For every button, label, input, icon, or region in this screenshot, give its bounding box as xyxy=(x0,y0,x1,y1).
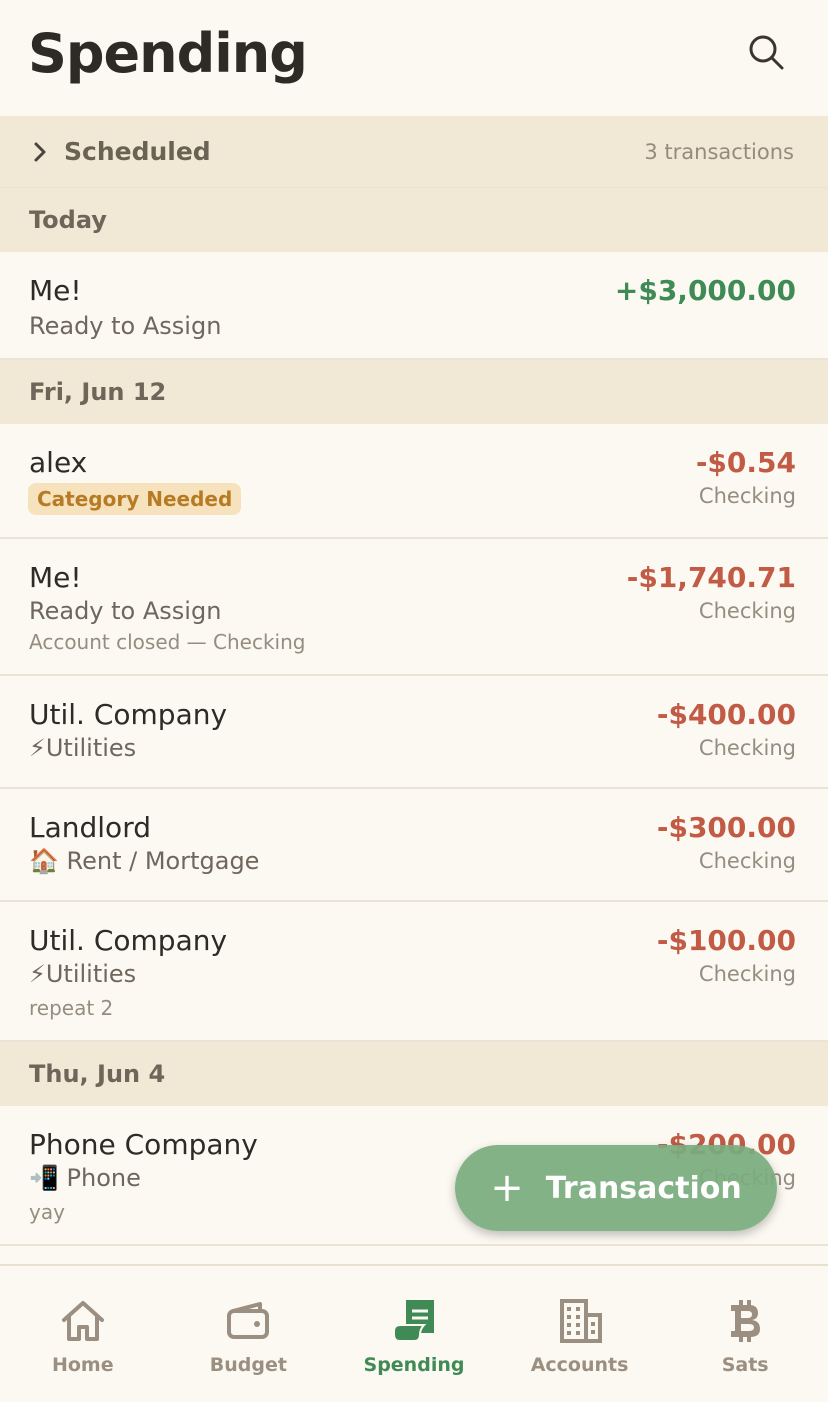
account-name: Checking xyxy=(698,962,796,986)
account-name: Checking xyxy=(698,599,796,623)
chevron-right-icon xyxy=(30,140,54,164)
account-name: Checking xyxy=(698,484,796,508)
amount: -$300.00 xyxy=(656,811,796,844)
plus-icon: + xyxy=(490,1165,524,1211)
category-name: ⚡Utilities xyxy=(29,960,137,988)
tab-accounts[interactable]: Accounts xyxy=(497,1266,663,1402)
payee-name: Util. Company xyxy=(29,698,228,731)
category-name: 🏠 Rent / Mortgage xyxy=(29,847,260,875)
category-name: Ready to Assign xyxy=(29,597,222,625)
wallet-icon xyxy=(223,1296,273,1346)
receipt-icon xyxy=(389,1296,439,1346)
bitcoin-icon xyxy=(720,1296,770,1346)
payee-name: Landlord xyxy=(29,811,151,844)
transaction-row[interactable]: Me! Ready to Assign +$3,000.00 xyxy=(0,252,828,360)
category-name: ⚡Utilities xyxy=(29,734,137,762)
date-header: Fri, Jun 12 xyxy=(0,360,828,424)
scheduled-label: Scheduled xyxy=(64,137,211,166)
memo: yay xyxy=(29,1200,65,1224)
tab-home[interactable]: Home xyxy=(0,1266,166,1402)
payee-name: Me! xyxy=(29,274,82,307)
scheduled-count: 3 transactions xyxy=(644,139,794,164)
tab-spending[interactable]: Spending xyxy=(331,1266,497,1402)
tab-label: Budget xyxy=(209,1354,287,1376)
tab-label: Spending xyxy=(363,1354,465,1376)
payee-name: alex xyxy=(29,446,88,479)
tab-label: Sats xyxy=(721,1354,769,1376)
transaction-row[interactable]: Util. Company ⚡Utilities repeat 2 -$100.… xyxy=(0,902,828,1042)
tab-label: Home xyxy=(51,1354,114,1376)
account-name: Checking xyxy=(698,736,796,760)
home-icon xyxy=(58,1296,108,1346)
payee-name: Phone Company xyxy=(29,1128,258,1161)
transaction-row[interactable]: Util. Company ⚡Utilities -$400.00 Checki… xyxy=(0,676,828,789)
tab-sats[interactable]: Sats xyxy=(662,1266,828,1402)
date-header: Today xyxy=(0,188,828,252)
payee-name: Me! xyxy=(29,561,82,594)
tab-bar: Home Budget Spending Accounts Sats xyxy=(0,1264,828,1402)
category-name: 📲 Phone xyxy=(29,1164,141,1192)
add-transaction-button[interactable]: + Transaction xyxy=(455,1145,777,1231)
scheduled-toggle[interactable]: Scheduled 3 transactions xyxy=(0,116,828,188)
transaction-row[interactable]: Landlord 🏠 Rent / Mortgage -$300.00 Chec… xyxy=(0,789,828,902)
memo: Account closed — Checking xyxy=(29,630,306,654)
search-button[interactable] xyxy=(744,30,788,74)
tab-budget[interactable]: Budget xyxy=(166,1266,332,1402)
amount: -$400.00 xyxy=(656,698,796,731)
category-needed-badge[interactable]: Category Needed xyxy=(28,483,242,515)
add-transaction-label: Transaction xyxy=(545,1170,742,1206)
header: Spending xyxy=(0,0,828,116)
tab-label: Accounts xyxy=(530,1354,629,1376)
memo: repeat 2 xyxy=(29,996,114,1020)
category-name: Ready to Assign xyxy=(29,312,222,340)
amount: -$0.54 xyxy=(695,446,796,479)
amount: +$3,000.00 xyxy=(614,274,796,307)
amount: -$1,740.71 xyxy=(626,561,796,594)
search-icon xyxy=(749,35,784,70)
date-header: Thu, Jun 4 xyxy=(0,1042,828,1106)
building-icon xyxy=(555,1296,605,1346)
account-name: Checking xyxy=(698,849,796,873)
transaction-row[interactable]: alex Category Needed -$0.54 Checking xyxy=(0,424,828,539)
transaction-row[interactable]: Me! Ready to Assign Account closed — Che… xyxy=(0,539,828,676)
payee-name: Util. Company xyxy=(29,924,228,957)
amount: -$100.00 xyxy=(656,924,796,957)
page-title: Spending xyxy=(28,22,308,85)
